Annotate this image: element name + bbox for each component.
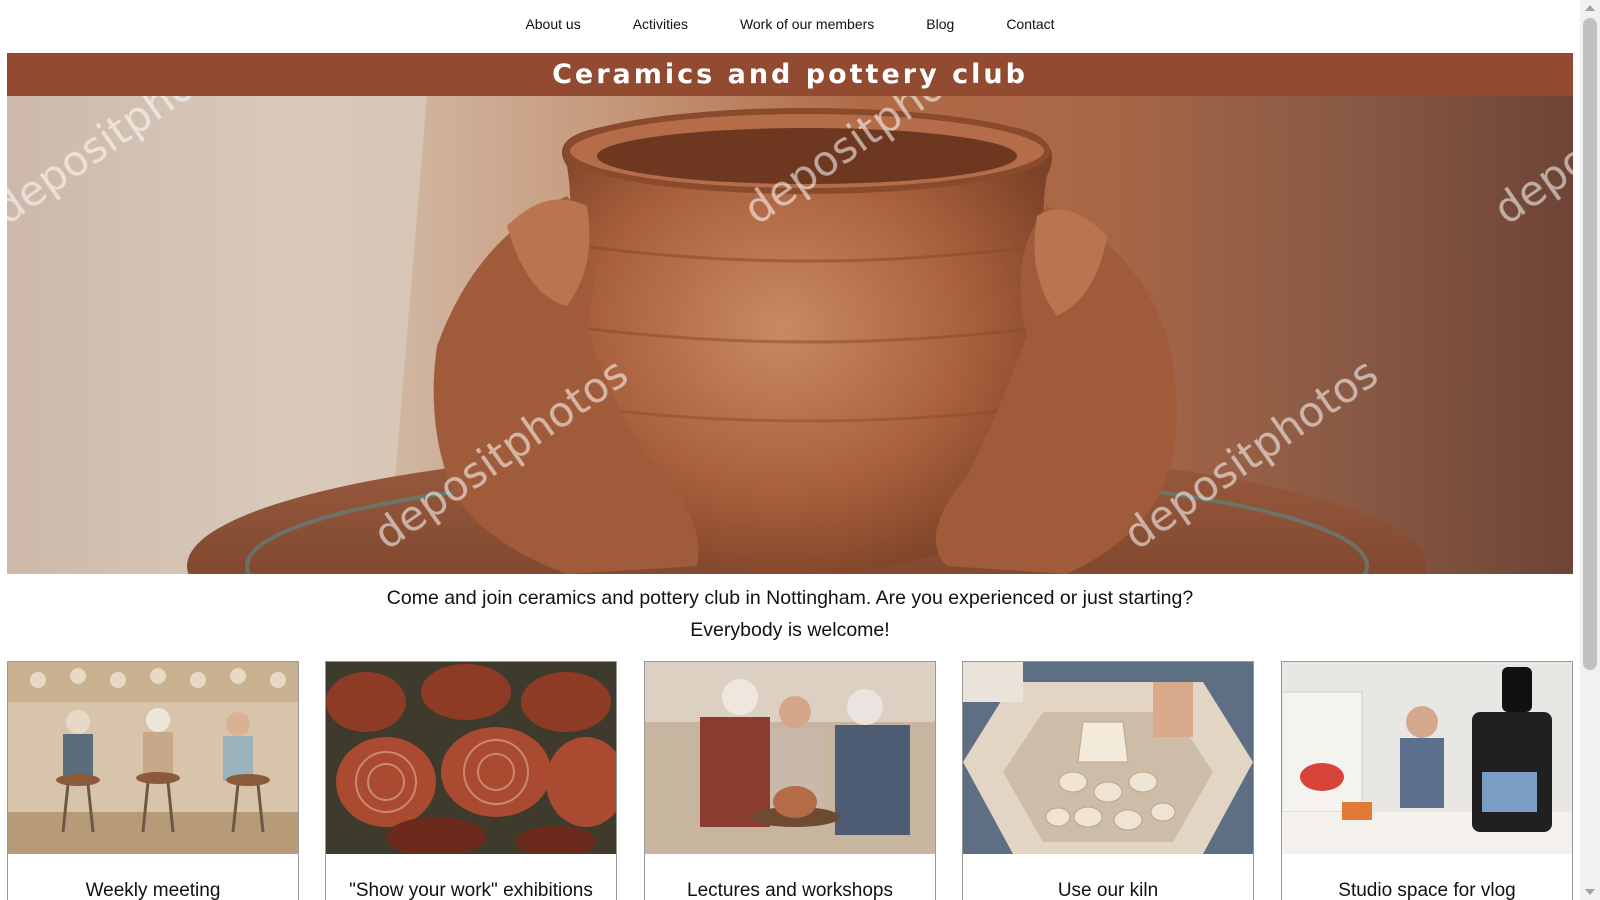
nav-link-activities[interactable]: Activities (633, 16, 688, 32)
watermark-text: depositphotos (1485, 96, 1573, 234)
card-caption: "Show your work" exhibitions (349, 880, 593, 900)
card-image (645, 662, 935, 854)
nav-link-contact[interactable]: Contact (1006, 16, 1054, 32)
nav-link-work-of-members[interactable]: Work of our members (740, 16, 874, 32)
scrollbar-thumb[interactable] (1583, 18, 1597, 670)
card-image (963, 662, 1253, 854)
pottery-wheel-illustration: depositphotos depositphotos depositphoto… (7, 96, 1573, 574)
card-image (8, 662, 298, 854)
hero-image: depositphotos depositphotos depositphoto… (7, 96, 1573, 574)
nav-link-blog[interactable]: Blog (926, 16, 954, 32)
card-lectures-workshops[interactable]: Lectures and workshops (644, 661, 936, 900)
intro-section: Come and join ceramics and pottery club … (0, 582, 1580, 646)
card-caption: Lectures and workshops (687, 880, 893, 900)
card-caption: Studio space for vlog (1338, 880, 1516, 900)
card-show-your-work[interactable]: "Show your work" exhibitions (325, 661, 617, 900)
intro-line-1: Come and join ceramics and pottery club … (386, 587, 1194, 609)
activity-cards: Weekly meeting "Show your work" exhibiti… (7, 661, 1573, 900)
card-image (1282, 662, 1572, 854)
title-banner: Ceramics and pottery club (7, 53, 1573, 96)
nav-link-about-us[interactable]: About us (525, 16, 580, 32)
scroll-up-arrow-icon[interactable] (1585, 5, 1595, 11)
card-caption: Weekly meeting (85, 880, 221, 900)
intro-line-2: Everybody is welcome! (690, 619, 890, 641)
card-weekly-meeting[interactable]: Weekly meeting (7, 661, 299, 900)
card-studio-space-vlog[interactable]: Studio space for vlog (1281, 661, 1573, 900)
card-caption: Use our kiln (1057, 880, 1159, 900)
card-image (326, 662, 616, 854)
card-use-our-kiln[interactable]: Use our kiln (962, 661, 1254, 900)
page-title: Ceramics and pottery club (552, 59, 1028, 90)
top-navigation: About us Activities Work of our members … (0, 0, 1580, 48)
scroll-down-arrow-icon[interactable] (1585, 889, 1595, 895)
vertical-scrollbar[interactable] (1580, 0, 1600, 900)
